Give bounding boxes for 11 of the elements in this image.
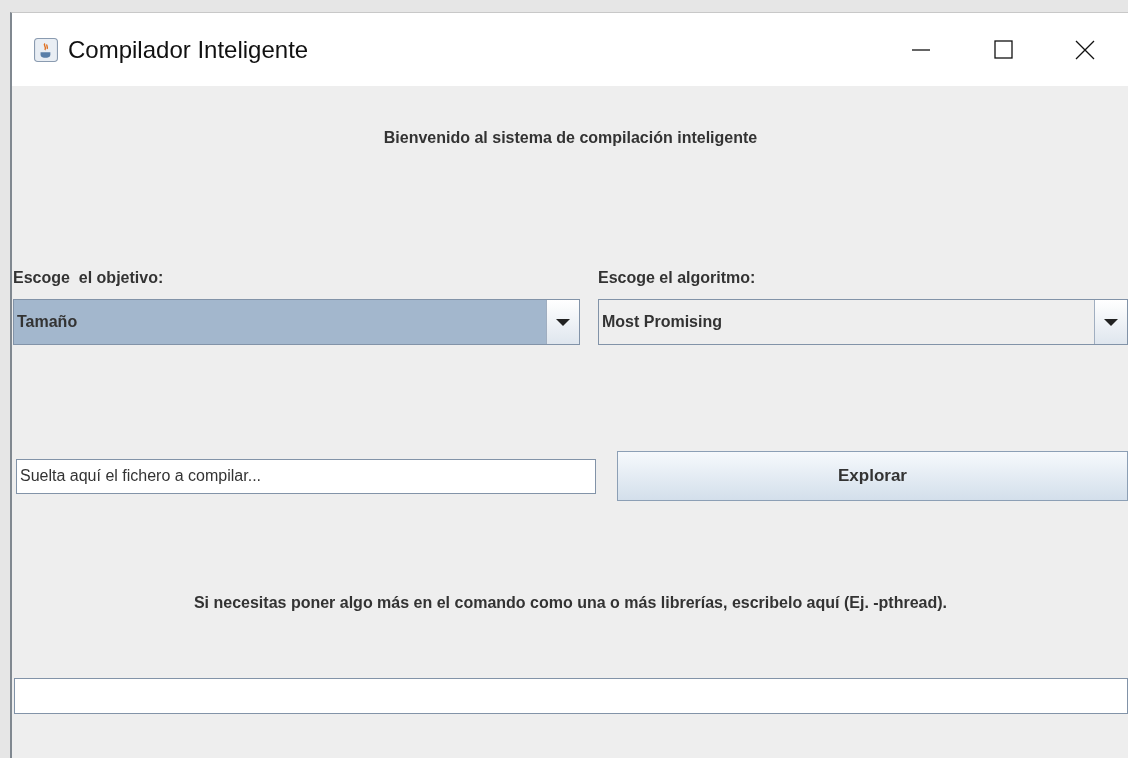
dropdown[interactable]: Tamaño [13, 299, 580, 345]
algorithm-label: Escoge el algoritmo: [598, 269, 757, 288]
explore-button[interactable]: Explorar [617, 451, 1128, 501]
instructions-text: Si necesitas poner algo más en el comando como una o más librerías, escribelo aquí (Ej. -pthread). [192, 594, 949, 613]
objective-label: Escoge el objetivo: [13, 269, 165, 288]
dropdown[interactable]: Most Promising [598, 299, 1128, 345]
welcome-text: Bienvenido al sistema de compilación inteligente [382, 129, 759, 148]
window-title: Compilador Inteligente [68, 35, 309, 64]
coffee-cup-icon [34, 37, 58, 62]
file-field[interactable]: Suelta aquí el fichero a compilar... [16, 458, 596, 494]
options-field[interactable] [14, 678, 1128, 714]
